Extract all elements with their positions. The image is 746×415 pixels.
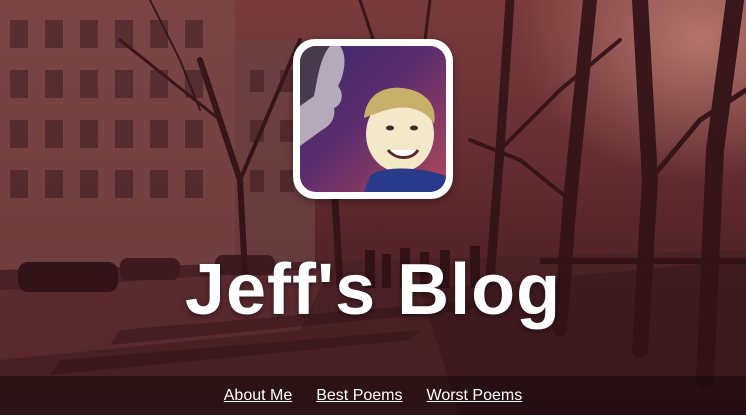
blog-title: Jeff's Blog xyxy=(184,250,562,330)
nav-bar: About Me Best Poems Worst Poems xyxy=(0,376,746,415)
profile-photo-icon xyxy=(300,46,446,192)
nav-link-worst-poems[interactable]: Worst Poems xyxy=(427,387,523,405)
avatar xyxy=(293,39,453,199)
nav-link-about-me[interactable]: About Me xyxy=(224,387,292,405)
nav-link-best-poems[interactable]: Best Poems xyxy=(316,387,402,405)
